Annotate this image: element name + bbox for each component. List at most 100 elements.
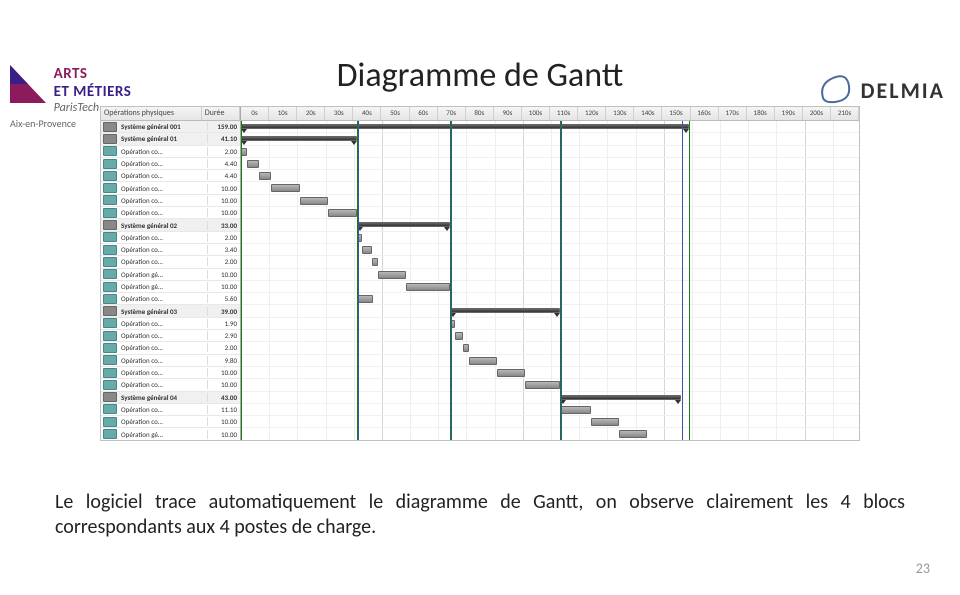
- task-name: Opération co…: [119, 147, 207, 156]
- task-row: Système général 0443.00: [101, 392, 240, 404]
- gantt-bar: [591, 418, 619, 426]
- time-tick: 110s: [550, 107, 578, 120]
- task-row: Opération co…9.80: [101, 355, 240, 367]
- task-name: Opération co…: [119, 257, 207, 266]
- task-duration: 10.00: [207, 184, 240, 193]
- task-icon: [103, 368, 117, 378]
- task-name: Opération gé…: [119, 430, 207, 439]
- bar-row: [241, 244, 859, 256]
- task-icon: [103, 331, 117, 341]
- bar-row: [241, 219, 859, 231]
- task-row: Opération co…10.00: [101, 367, 240, 379]
- gantt-bar: [619, 430, 647, 438]
- logo-text-2: ET MÉTIERS: [54, 83, 132, 101]
- bar-row: [241, 256, 859, 268]
- task-duration: 10.00: [207, 282, 240, 291]
- task-row: Opération co…1.90: [101, 318, 240, 330]
- bar-row: [241, 207, 859, 219]
- task-icon: [103, 294, 117, 304]
- task-icon: [103, 417, 117, 427]
- task-name: Opération co…: [119, 380, 207, 389]
- task-row: Opération co…2.90: [101, 330, 240, 342]
- task-duration: 10.00: [207, 270, 240, 279]
- task-name: Opération co…: [119, 417, 207, 426]
- gantt-bar: [455, 332, 463, 340]
- slide-caption: Le logiciel trace automatiquement le dia…: [55, 490, 905, 540]
- task-name: Système général 04: [119, 393, 207, 402]
- time-tick: 80s: [466, 107, 494, 120]
- task-row: Opération gé…10.00: [101, 269, 240, 281]
- task-row: Opération co…10.00: [101, 195, 240, 207]
- task-icon: [103, 171, 117, 181]
- gantt-bar: [525, 381, 560, 389]
- task-icon: [103, 220, 117, 230]
- bar-row: [241, 133, 859, 145]
- time-tick: 190s: [775, 107, 803, 120]
- bar-row: [241, 269, 859, 281]
- task-icon: [103, 343, 117, 353]
- time-tick: 150s: [662, 107, 690, 120]
- bar-row: [241, 428, 859, 440]
- time-tick: 180s: [747, 107, 775, 120]
- gantt-bar: [247, 160, 259, 168]
- bar-row: [241, 342, 859, 354]
- gantt-bar: [469, 357, 497, 365]
- bar-row: [241, 367, 859, 379]
- time-tick: 160s: [691, 107, 719, 120]
- task-name: Système général 03: [119, 307, 207, 316]
- task-row: Système général 0141.10: [101, 133, 240, 145]
- task-icon: [103, 146, 117, 156]
- task-name: Opération co…: [119, 368, 207, 377]
- bar-row: [241, 146, 859, 158]
- task-icon: [103, 392, 117, 402]
- time-tick: 40s: [353, 107, 381, 120]
- task-duration: 2.00: [207, 147, 240, 156]
- task-icon: [103, 122, 117, 132]
- task-icon: [103, 355, 117, 365]
- task-name: Opération co…: [119, 245, 207, 254]
- task-icon: [103, 306, 117, 316]
- triangle-icon: [10, 65, 46, 108]
- header-col-name: Opérations physiques: [101, 107, 202, 120]
- task-icon: [103, 429, 117, 439]
- time-tick: 140s: [634, 107, 662, 120]
- task-icon: [103, 232, 117, 242]
- task-row: Opération co…3.40: [101, 244, 240, 256]
- gantt-bar: [300, 197, 328, 205]
- task-name: Opération co…: [119, 233, 207, 242]
- task-name: Opération co…: [119, 294, 207, 303]
- time-tick: 50s: [381, 107, 409, 120]
- task-name: Opération co…: [119, 356, 207, 365]
- task-row: Opération co…10.00: [101, 182, 240, 194]
- bar-row: [241, 392, 859, 404]
- task-name: Opération co…: [119, 171, 207, 180]
- gantt-task-list: Système général 001159.00Système général…: [101, 121, 241, 440]
- gantt-bar: [271, 184, 299, 192]
- task-icon: [103, 159, 117, 169]
- task-duration: 2.00: [207, 343, 240, 352]
- task-duration: 10.00: [207, 196, 240, 205]
- task-name: Opération co…: [119, 331, 207, 340]
- task-duration: 159.00: [207, 122, 240, 131]
- ds-icon: [817, 70, 853, 111]
- task-name: Système général 02: [119, 221, 207, 230]
- bar-row: [241, 195, 859, 207]
- bar-row: [241, 158, 859, 170]
- gantt-chart: Opérations physiques Durée 0s10s20s30s40…: [100, 106, 860, 441]
- task-duration: 41.10: [207, 134, 240, 143]
- task-icon: [103, 183, 117, 193]
- bar-row: [241, 416, 859, 428]
- task-icon: [103, 245, 117, 255]
- task-row: Opération co…5.60: [101, 293, 240, 305]
- task-duration: 11.10: [207, 405, 240, 414]
- gantt-bar: [497, 369, 525, 377]
- gantt-bar: [450, 308, 560, 313]
- gantt-bar: [357, 295, 373, 303]
- task-duration: 39.00: [207, 307, 240, 316]
- gantt-timeline: [241, 121, 859, 440]
- bar-row: [241, 182, 859, 194]
- bar-row: [241, 330, 859, 342]
- task-duration: 1.90: [207, 319, 240, 328]
- task-duration: 10.00: [207, 380, 240, 389]
- gantt-bar: [241, 124, 689, 129]
